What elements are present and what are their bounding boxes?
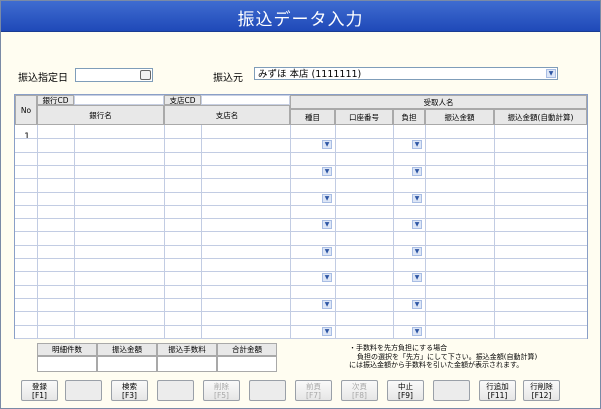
source-select[interactable]: みずほ 本店 (1111111) ▼ xyxy=(254,67,558,80)
button-f1[interactable]: 登録 [F1] xyxy=(21,380,58,401)
page-title: 振込データ入力 xyxy=(237,10,364,30)
title-bar: 振込データ入力 xyxy=(1,1,600,32)
date-input[interactable] xyxy=(75,68,153,82)
header-account-number: 口座番号 xyxy=(335,109,393,125)
button-f8[interactable]: 次頁 [F8] xyxy=(341,380,378,401)
button-key: [F7] xyxy=(306,390,321,400)
branch-cd-input[interactable] xyxy=(201,95,290,105)
transfer-grid: No 銀行CD 支店CD 受取人名 銀行名 支店名 種目 口座番号 負担 振込金… xyxy=(14,94,588,339)
button-key: [F11] xyxy=(487,390,508,400)
summary-amount-value xyxy=(97,356,157,372)
account-type-dropdown[interactable]: ▼ xyxy=(322,246,332,256)
fee-bearer-dropdown[interactable]: ▼ xyxy=(412,326,422,336)
summary-header-amount: 振込金額 xyxy=(97,343,157,356)
fee-bearer-dropdown[interactable]: ▼ xyxy=(412,166,422,176)
window: 振込データ入力 振込指定日 振込元 みずほ 本店 (1111111) ▼ No … xyxy=(0,0,601,409)
calendar-icon[interactable] xyxy=(140,70,151,80)
fee-bearer-dropdown[interactable]: ▼ xyxy=(412,246,422,256)
header-account-type: 種目 xyxy=(290,109,335,125)
source-label: 振込元 xyxy=(213,73,243,84)
row-divider xyxy=(15,164,587,166)
header-branch-cd: 支店CD xyxy=(164,95,201,105)
account-type-dropdown[interactable]: ▼ xyxy=(322,326,332,336)
chevron-down-icon[interactable]: ▼ xyxy=(546,69,556,78)
row-divider xyxy=(15,244,587,246)
button-f11[interactable]: 行追加 [F11] xyxy=(479,380,516,401)
button-key: [F12] xyxy=(531,390,552,400)
fee-bearer-dropdown[interactable]: ▼ xyxy=(412,273,422,283)
header-branch-name: 支店名 xyxy=(164,105,290,125)
bank-cd-input[interactable] xyxy=(74,95,164,105)
button-f12[interactable]: 行削除 [F12] xyxy=(523,380,560,401)
date-label: 振込指定日 xyxy=(18,73,68,84)
button-f7[interactable]: 前頁 [F7] xyxy=(295,380,332,401)
summary-header-count: 明細件数 xyxy=(37,343,97,356)
summary-table: 明細件数 振込金額 振込手数料 合計金額 xyxy=(37,343,277,373)
blank-button xyxy=(65,380,102,401)
button-f5[interactable]: 削除 [F5] xyxy=(203,380,240,401)
button-f9[interactable]: 中止 [F9] xyxy=(387,380,424,401)
account-type-dropdown[interactable]: ▼ xyxy=(322,299,332,309)
summary-count-value xyxy=(37,356,97,372)
header-transfer-amount: 振込金額 xyxy=(425,109,494,125)
row-divider xyxy=(15,271,587,273)
header-bank-name: 銀行名 xyxy=(37,105,164,125)
header-no: No xyxy=(15,95,37,125)
fee-bearer-dropdown[interactable]: ▼ xyxy=(412,193,422,203)
row-divider xyxy=(15,138,587,140)
row-divider xyxy=(15,297,587,299)
summary-header-fee: 振込手数料 xyxy=(157,343,217,356)
blank-button xyxy=(157,380,194,401)
button-key: [F3] xyxy=(122,390,137,400)
button-key: [F9] xyxy=(398,390,413,400)
account-type-dropdown[interactable]: ▼ xyxy=(322,166,332,176)
account-type-dropdown[interactable]: ▼ xyxy=(322,193,332,203)
summary-total-value xyxy=(217,356,277,372)
blank-button xyxy=(249,380,286,401)
row-divider xyxy=(15,191,587,193)
summary-fee-value xyxy=(157,356,217,372)
row-divider xyxy=(15,337,587,339)
header-fee-bearer: 負担 xyxy=(393,109,425,125)
row-divider xyxy=(15,324,587,326)
button-key: [F5] xyxy=(214,390,229,400)
header-bank-cd: 銀行CD xyxy=(37,95,74,105)
button-key: [F1] xyxy=(32,390,47,400)
header-recipient: 受取人名 xyxy=(290,95,587,109)
fee-bearer-dropdown[interactable]: ▼ xyxy=(412,220,422,230)
row-divider xyxy=(15,218,587,220)
note-line: ・手数料を先方負担にする場合 xyxy=(349,344,448,352)
account-type-dropdown[interactable]: ▼ xyxy=(322,220,332,230)
source-value: みずほ 本店 (1111111) xyxy=(258,69,362,80)
button-f3[interactable]: 検索 [F3] xyxy=(111,380,148,401)
fee-bearer-dropdown[interactable]: ▼ xyxy=(412,140,422,150)
account-type-dropdown[interactable]: ▼ xyxy=(322,140,332,150)
fee-note: ・手数料を先方負担にする場合 負担の選択を「先方」にして下さい。振込金額(自動計… xyxy=(349,344,537,370)
account-type-dropdown[interactable]: ▼ xyxy=(322,273,332,283)
note-line: には振込金額から手数料を引いた金額が表示されます。 xyxy=(349,361,524,369)
summary-header-total: 合計金額 xyxy=(217,343,277,356)
button-key: [F8] xyxy=(352,390,367,400)
blank-button xyxy=(433,380,470,401)
header-transfer-amount-auto: 振込金額(自動計算) xyxy=(494,109,587,125)
fee-bearer-dropdown[interactable]: ▼ xyxy=(412,299,422,309)
note-line: 負担の選択を「先方」にして下さい。振込金額(自動計算) xyxy=(357,352,538,361)
